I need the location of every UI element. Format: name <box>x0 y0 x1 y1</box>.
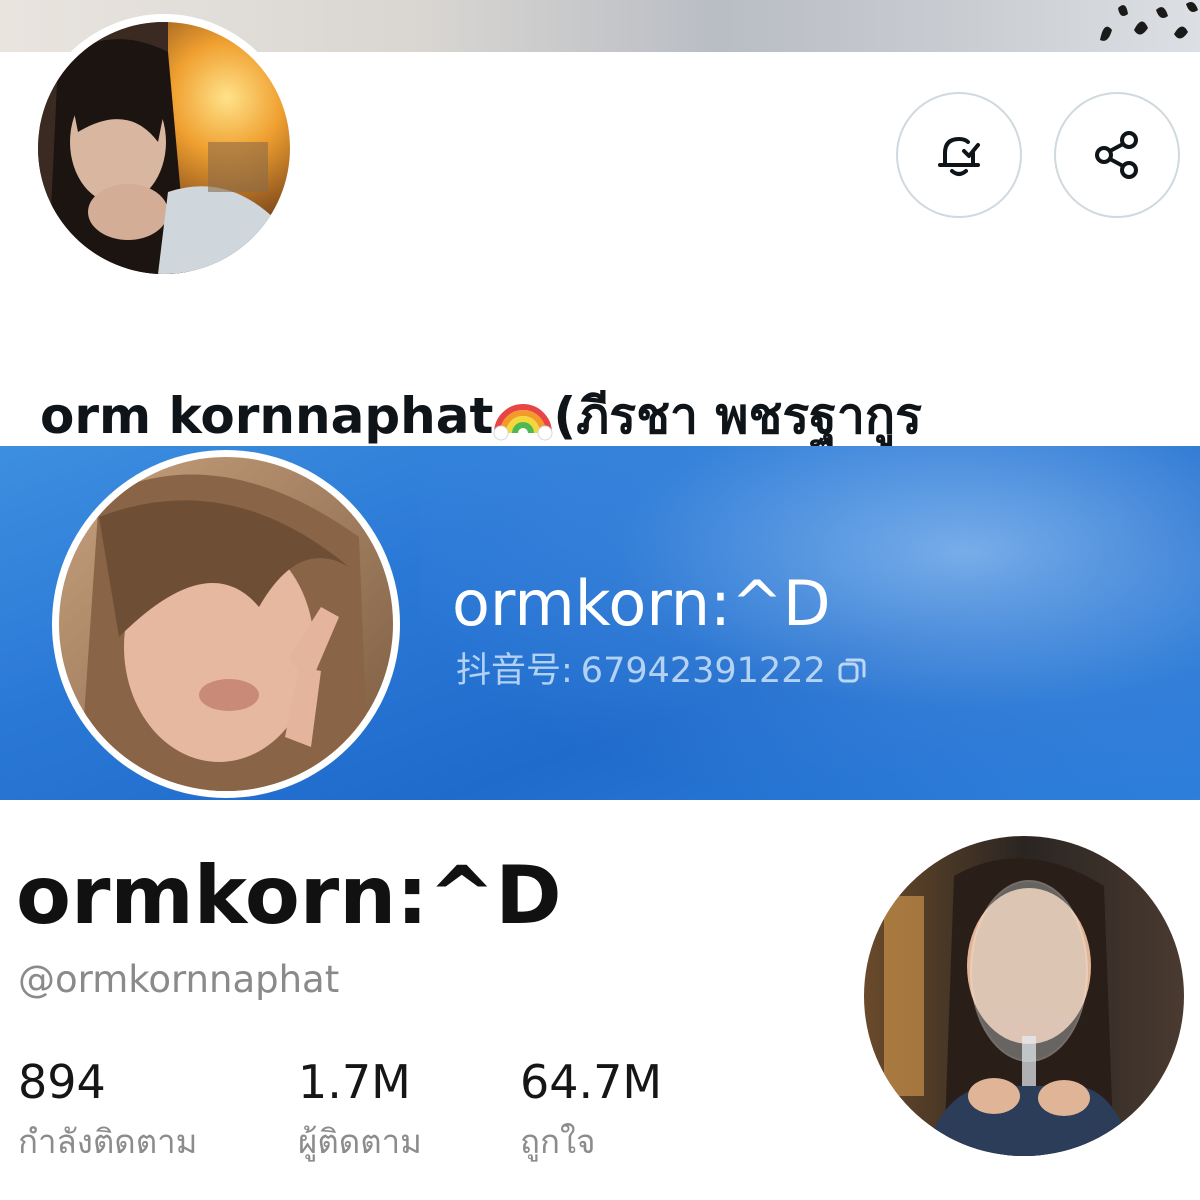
x-profile-panel: orm kornnaphat (ภีรชา พชรฐากูร <box>0 0 1200 446</box>
avatar-photo <box>59 457 393 791</box>
share-button[interactable] <box>1054 92 1180 218</box>
douyin-id-row: 抖音号: 67942391222 <box>456 648 868 694</box>
display-name: orm kornnaphat (ภีรชา พชรฐากูร <box>40 380 922 446</box>
avatar-photo <box>38 22 290 274</box>
douyin-id-value: 67942391222 <box>580 651 826 691</box>
avatar[interactable] <box>864 836 1184 1156</box>
douyin-id-label: 抖音号: <box>456 651 573 691</box>
stat-followers[interactable]: 1.7M ผู้ติดตาม <box>298 1052 422 1166</box>
tiktok-profile-panel: ormkorn:^D @ormkornnaphat 894 กำลังติดตา… <box>0 800 1200 1200</box>
avatar-photo <box>864 836 1184 1156</box>
display-name-suffix: (ภีรชา พชรฐากูร <box>553 387 923 445</box>
stat-value: 894 <box>18 1055 106 1109</box>
share-icon <box>1095 131 1138 179</box>
stat-value: 64.7M <box>520 1055 663 1109</box>
copy-icon[interactable] <box>836 655 868 687</box>
avatar[interactable] <box>52 450 400 798</box>
banner-leaves-decoration <box>1100 2 1198 41</box>
bell-check-icon <box>938 136 980 176</box>
stat-label: ผู้ติดตาม <box>298 1122 422 1161</box>
stat-label: ถูกใจ <box>520 1122 596 1161</box>
notify-button[interactable] <box>896 92 1022 218</box>
stat-following[interactable]: 894 กำลังติดตาม <box>18 1052 197 1166</box>
douyin-header-panel: ormkorn:^D 抖音号: 67942391222 <box>0 446 1200 800</box>
stat-likes[interactable]: 64.7M ถูกใจ <box>520 1052 662 1166</box>
rainbow-emoji-icon <box>493 404 553 441</box>
username: @ormkornnaphat <box>18 958 340 1001</box>
stat-value: 1.7M <box>298 1055 411 1109</box>
display-name-text: orm kornnaphat <box>40 387 494 445</box>
avatar[interactable] <box>30 14 298 282</box>
nickname: ormkorn:^D <box>16 849 562 942</box>
stat-label: กำลังติดตาม <box>18 1122 198 1161</box>
nickname: ormkorn:^D <box>452 567 831 640</box>
